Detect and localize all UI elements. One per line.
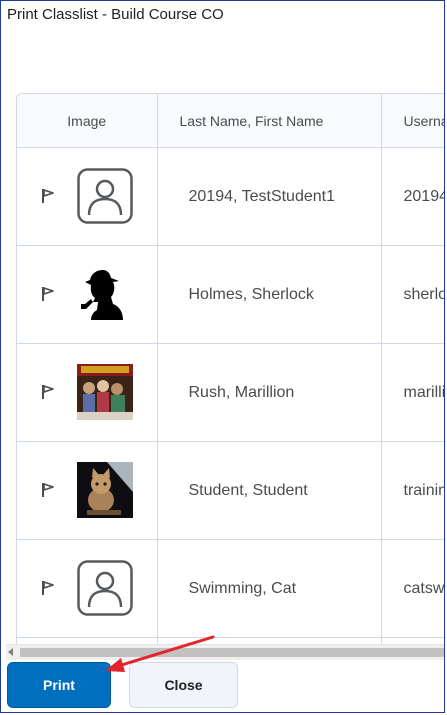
student-name: Student, Student bbox=[157, 441, 382, 540]
default-user-icon bbox=[77, 560, 133, 616]
table-row: Rush, Marillion marillion bbox=[17, 343, 444, 442]
horizontal-scrollbar[interactable] bbox=[6, 644, 444, 660]
column-header-image: Image bbox=[17, 94, 158, 148]
cat-photo bbox=[77, 462, 133, 518]
album-art-photo bbox=[77, 364, 133, 420]
sherlock-silhouette bbox=[81, 270, 123, 320]
default-user-icon bbox=[77, 168, 133, 224]
student-name: Swimming, Cat bbox=[157, 539, 382, 638]
dialog-title: Print Classlist - Build Course CO bbox=[7, 6, 224, 23]
image-cell bbox=[17, 539, 158, 638]
classlist-table: Image Last Name, First Name Username 201… bbox=[16, 93, 444, 651]
column-header-name: Last Name, First Name bbox=[157, 94, 382, 148]
image-cell bbox=[17, 343, 158, 442]
student-username: catswim bbox=[381, 539, 444, 638]
student-name: Rush, Marillion bbox=[157, 343, 382, 442]
student-username: sherlock bbox=[381, 245, 444, 344]
scroll-left-arrow-icon[interactable] bbox=[8, 648, 13, 656]
close-button[interactable]: Close bbox=[129, 662, 238, 708]
flag-icon[interactable] bbox=[41, 482, 55, 498]
table-row: Swimming, Cat catswim bbox=[17, 539, 444, 638]
student-username: marillion bbox=[381, 343, 444, 442]
column-header-username: Username bbox=[381, 94, 444, 148]
student-name: Holmes, Sherlock bbox=[157, 245, 382, 344]
student-username: training bbox=[381, 441, 444, 540]
print-button[interactable]: Print bbox=[7, 662, 111, 708]
table-row: Student, Student training bbox=[17, 441, 444, 540]
table-row: 20194, TestStudent1 20194 bbox=[17, 147, 444, 246]
flag-icon[interactable] bbox=[41, 188, 55, 204]
image-cell bbox=[17, 441, 158, 540]
student-username: 20194 bbox=[381, 147, 444, 246]
table-row: Holmes, Sherlock sherlock bbox=[17, 245, 444, 344]
flag-icon[interactable] bbox=[41, 384, 55, 400]
dialog-window: Print Classlist - Build Course CO Image … bbox=[0, 0, 445, 713]
student-name: 20194, TestStudent1 bbox=[157, 147, 382, 246]
image-cell bbox=[17, 245, 158, 344]
flag-icon[interactable] bbox=[41, 286, 55, 302]
image-cell bbox=[17, 147, 158, 246]
flag-icon[interactable] bbox=[41, 580, 55, 596]
scrollbar-thumb[interactable] bbox=[20, 648, 444, 657]
